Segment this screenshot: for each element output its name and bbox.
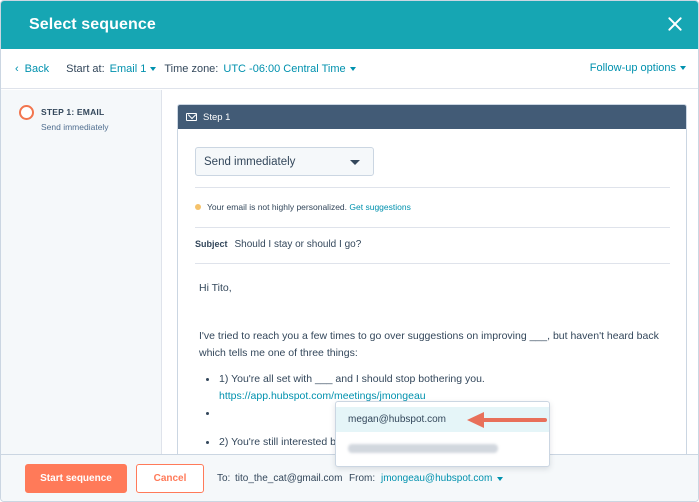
step-card-title: Step 1 (203, 111, 231, 123)
modal-title: Select sequence (29, 16, 156, 33)
start-sequence-button[interactable]: Start sequence (25, 464, 127, 493)
annotation-arrow-icon (467, 412, 547, 428)
email-list-item-text: 1) You're all set with ___ and I should … (219, 373, 485, 385)
get-suggestions-link[interactable]: Get suggestions (349, 202, 410, 212)
send-timing-dropdown[interactable]: Send immediately (195, 147, 374, 176)
cancel-button[interactable]: Cancel (136, 464, 204, 493)
time-zone-value: UTC -06:00 Central Time (223, 62, 346, 75)
notice-text: Your email is not highly personalized. (207, 202, 348, 212)
from-option-label: megan@hubspot.com (348, 414, 446, 425)
step-subtitle: Send immediately (41, 122, 109, 132)
to-value: tito_the_cat@gmail.com (235, 473, 343, 484)
email-paragraph-line: which tells me one of three things: (199, 347, 358, 359)
caret-down-icon (497, 476, 504, 481)
start-at-select[interactable]: Email 1 (110, 63, 157, 75)
send-timing-value: Send immediately (204, 155, 296, 168)
divider (195, 263, 670, 264)
from-select[interactable]: jmongeau@hubspot.com (381, 473, 504, 484)
from-label: From: (349, 473, 376, 484)
warning-dot-icon (195, 204, 201, 210)
step-card-header: Step 1 (178, 105, 686, 129)
steps-sidebar: STEP 1: EMAIL Send immediately (1, 90, 162, 454)
back-link[interactable]: ‹ Back (15, 63, 49, 75)
email-list-item: 1) You're all set with ___ and I should … (199, 371, 669, 405)
to-label: To: (217, 473, 231, 484)
start-at-value: Email 1 (109, 62, 147, 75)
subject-row: Subject Should I stay or should I go? (195, 239, 361, 250)
divider (195, 227, 670, 228)
from-value: jmongeau@hubspot.com (381, 473, 493, 484)
close-icon[interactable] (664, 13, 686, 35)
time-zone-label: Time zone: (164, 62, 219, 75)
subject-value[interactable]: Should I stay or should I go? (235, 239, 362, 250)
time-zone-select[interactable]: UTC -06:00 Central Time (223, 62, 356, 75)
divider (195, 187, 670, 188)
modal-header: Select sequence (1, 1, 698, 49)
from-option-redacted[interactable] (336, 436, 549, 461)
personalization-notice: Your email is not highly personalized. G… (195, 202, 411, 212)
caret-down-icon (150, 66, 157, 71)
email-paragraph-line: I've tried to reach you a few times to g… (199, 330, 659, 342)
email-greeting: Hi Tito, (199, 282, 232, 294)
caret-down-icon (680, 66, 686, 70)
chevron-left-icon: ‹ (15, 62, 19, 75)
subject-label: Subject (195, 239, 228, 249)
follow-up-options-select[interactable]: Follow-up options (590, 62, 686, 74)
arrow-head (467, 412, 484, 428)
start-at-label: Start at: (66, 62, 105, 75)
back-label: Back (24, 62, 50, 75)
step-status-circle-icon (19, 105, 34, 120)
select-sequence-modal: Select sequence ‹ Back Start at: Email 1… (0, 0, 699, 502)
step-title[interactable]: STEP 1: EMAIL (41, 107, 104, 117)
caret-down-icon (349, 66, 356, 71)
sequence-toolbar: ‹ Back Start at: Email 1 Time zone: UTC … (1, 49, 698, 89)
caret-down-icon (350, 160, 360, 165)
follow-up-options-label: Follow-up options (589, 62, 676, 74)
redacted-bar (348, 444, 498, 453)
envelope-icon (186, 113, 197, 121)
